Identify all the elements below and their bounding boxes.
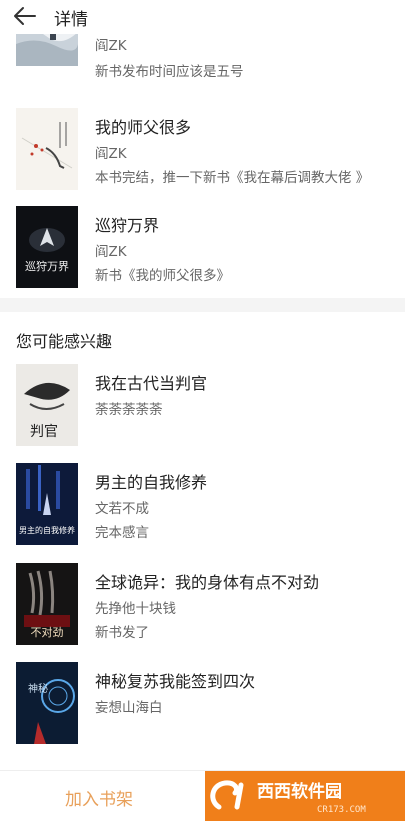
cover-text: 巡狩万界 [25,259,69,273]
book-desc: 完本感言 [95,525,149,541]
add-to-shelf-button[interactable]: 加入书架 [65,785,133,810]
svg-text:CR173.COM: CR173.COM [317,805,366,815]
book-cover: 男主的自我修养 [16,463,78,545]
top-bar: 详情 [0,0,405,34]
book-desc: 新书发了 [95,625,149,641]
book-author: 阎ZK [95,244,127,260]
book-author: 阎ZK [95,38,127,54]
book-title: 我在古代当判官 [95,374,208,393]
book-author: 妄想山海白 [95,700,163,716]
book-author: 阎ZK [95,146,127,162]
book-desc: 本书完结，推一下新书《我在幕后调教大佬 》 [95,170,370,186]
recommend-item[interactable]: 判官 我在古代当判官 荼荼荼荼荼 [0,364,405,456]
book-desc: 新书发布时间应该是五号 [95,64,244,80]
book-cover: 不对劲 [16,563,78,645]
cover-text: 神秘 [28,682,48,695]
book-cover: 判官 [16,364,78,446]
book-author: 荼荼荼荼荼 [95,402,163,418]
recommend-item[interactable]: 神秘 神秘复苏我能签到四次 妄想山海白 [0,662,405,754]
book-cover [16,108,78,190]
book-author: 文若不成 [95,501,149,517]
book-author: 先挣他十块钱 [95,601,176,617]
cover-text: 判官 [30,424,58,440]
recommend-item[interactable]: 男主的自我修养 男主的自我修养 文若不成 完本感言 [0,463,405,555]
page-title: 详情 [54,10,88,30]
book-desc: 新书《我的师父很多》 [95,268,230,284]
recommend-item[interactable]: 不对劲 全球诡异：我的身体有点不对劲 先挣他十块钱 新书发了 [0,563,405,655]
book-item[interactable]: 巡狩万界 巡狩万界 阎ZK 新书《我的师父很多》 [0,206,405,298]
cover-text: 不对劲 [31,625,64,639]
book-title: 全球诡异：我的身体有点不对劲 [95,573,320,592]
svg-text:西西软件园: 西西软件园 [257,781,342,802]
book-item[interactable]: 我的师父很多 阎ZK 本书完结，推一下新书《我在幕后调教大佬 》 [0,108,405,200]
book-title: 巡狩万界 [95,216,160,235]
watermark-logo: 西西软件园 CR173.COM [205,771,405,821]
book-title: 神秘复苏我能签到四次 [95,672,256,691]
book-cover: 巡狩万界 [16,206,78,288]
section-divider [0,298,405,312]
section-title: 您可能感兴趣 [16,332,113,351]
book-cover: 神秘 [16,662,78,744]
book-title: 男主的自我修养 [95,473,208,492]
book-title: 我的师父很多 [95,118,192,137]
bottom-bar: 加入书架 西西软件园 CR173.COM [0,770,405,821]
cover-text: 男主的自我修养 [19,525,75,535]
back-arrow-icon[interactable] [13,6,37,26]
